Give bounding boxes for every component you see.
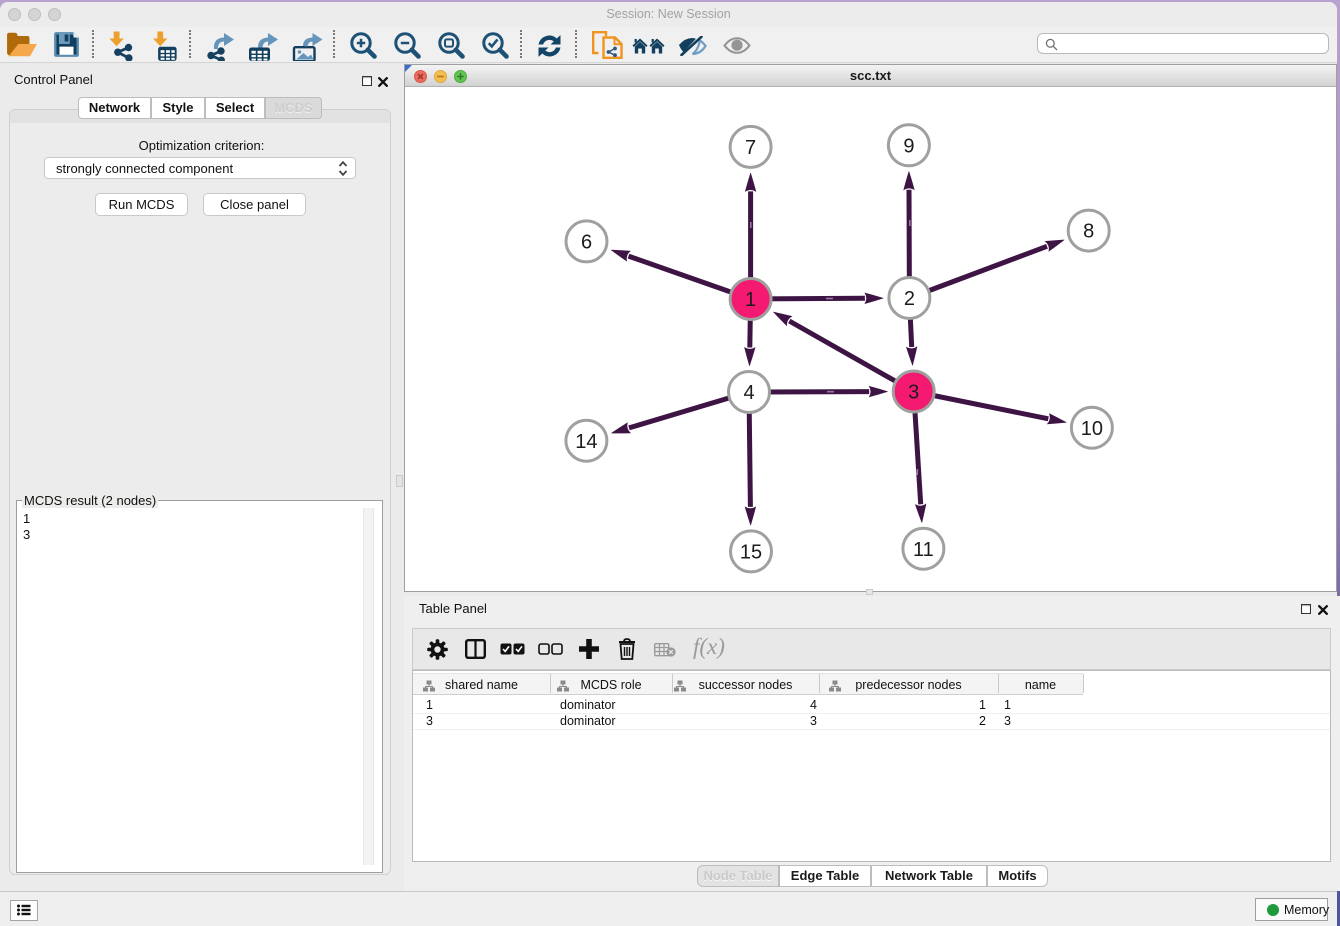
svg-text:14: 14 <box>575 431 597 453</box>
svg-text:1: 1 <box>745 289 756 311</box>
svg-text:10: 10 <box>1081 418 1103 440</box>
svg-text:15: 15 <box>740 542 762 564</box>
svg-text:3: 3 <box>908 382 919 404</box>
svg-text:9: 9 <box>903 135 914 157</box>
svg-text:4: 4 <box>743 382 754 404</box>
svg-text:7: 7 <box>745 137 756 159</box>
svg-text:6: 6 <box>581 232 592 254</box>
svg-text:8: 8 <box>1083 221 1094 243</box>
svg-text:11: 11 <box>913 539 934 561</box>
svg-text:2: 2 <box>904 288 915 310</box>
